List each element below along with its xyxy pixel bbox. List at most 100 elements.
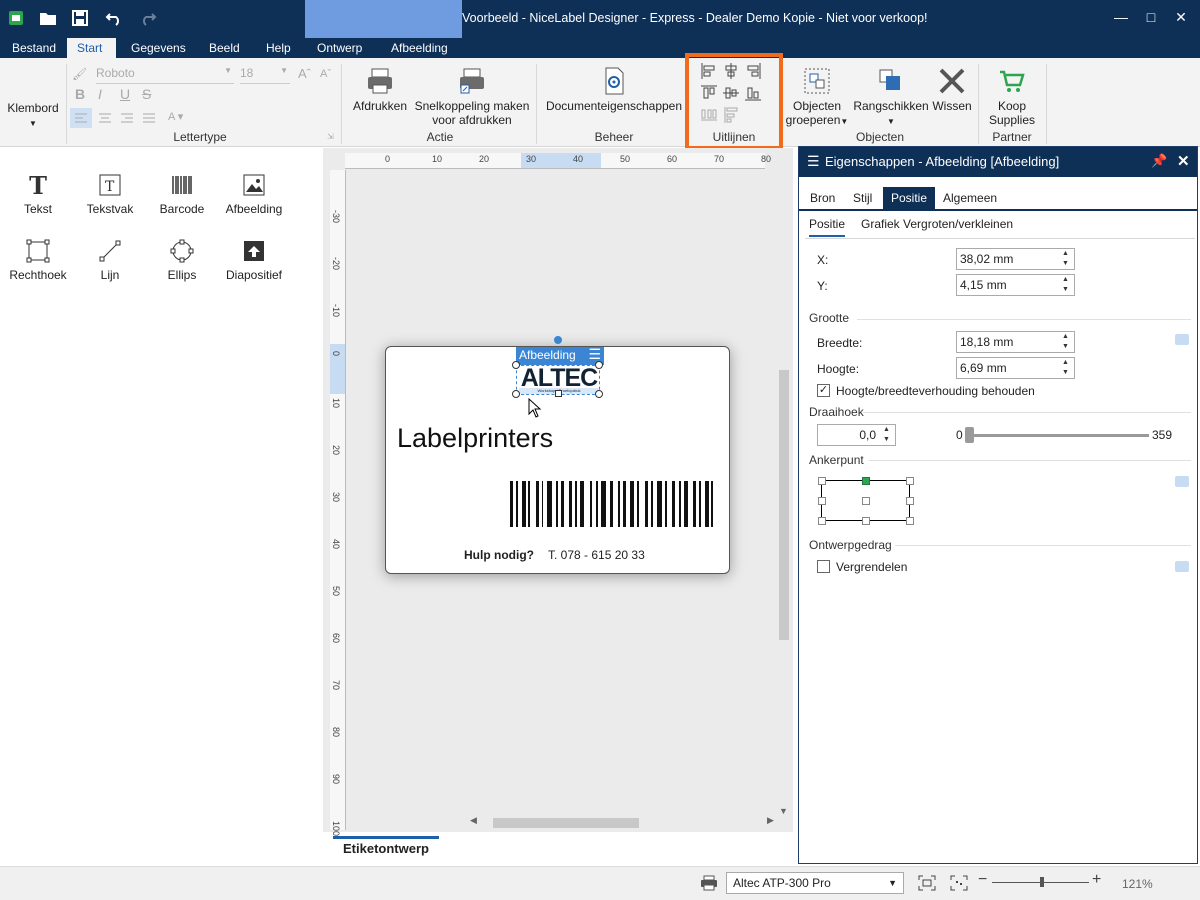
barcode-bar bbox=[657, 481, 662, 527]
label-help-text[interactable]: Hulp nodig? bbox=[464, 548, 534, 562]
anchor-point[interactable] bbox=[906, 517, 914, 525]
maximize-icon[interactable]: □ bbox=[1136, 6, 1166, 28]
tab-start[interactable]: Start bbox=[67, 38, 116, 58]
pin-icon[interactable]: 📌 bbox=[1151, 153, 1167, 169]
resize-handle-tl[interactable] bbox=[512, 361, 520, 369]
tab-position[interactable]: Positie bbox=[883, 187, 936, 209]
vertical-scrollbar[interactable] bbox=[779, 370, 789, 640]
tab-source[interactable]: Bron bbox=[802, 187, 843, 209]
save-icon[interactable] bbox=[68, 6, 92, 30]
close-panel-icon[interactable]: ✕ bbox=[1177, 152, 1190, 170]
tab-bestand[interactable]: Bestand bbox=[2, 38, 66, 58]
print-shortcut-button[interactable]: Snelkoppeling maken voor afdrukken bbox=[410, 66, 534, 127]
label-barcode[interactable] bbox=[510, 481, 720, 527]
scroll-left-icon[interactable]: ◀ bbox=[470, 815, 477, 826]
tab-afbeelding[interactable]: Afbeelding bbox=[381, 38, 458, 58]
tool-image[interactable]: Afbeelding bbox=[223, 170, 285, 216]
width-input[interactable]: 18,18 mm bbox=[956, 331, 1058, 353]
panel-menu-icon[interactable]: ☰ bbox=[807, 153, 820, 170]
rotation-input[interactable]: 0,0 bbox=[817, 424, 879, 446]
anchor-point[interactable] bbox=[818, 497, 826, 505]
close-window-icon[interactable]: ✕ bbox=[1166, 6, 1196, 28]
tab-general[interactable]: Algemeen bbox=[935, 187, 1005, 209]
tool-inverse[interactable]: Diapositief bbox=[223, 236, 285, 282]
x-stepper[interactable]: ▲ ▼ bbox=[1057, 248, 1075, 270]
width-stepper[interactable]: ▲ ▼ bbox=[1057, 331, 1075, 353]
printer-dropdown[interactable]: Altec ATP-300 Pro ▼ bbox=[726, 872, 904, 894]
buy-supplies-button[interactable]: Koop Supplies bbox=[982, 66, 1042, 127]
resize-handle-bl[interactable] bbox=[512, 390, 520, 398]
y-stepper[interactable]: ▲ ▼ bbox=[1057, 274, 1075, 296]
anchor-point[interactable] bbox=[906, 497, 914, 505]
barcode-bar bbox=[711, 481, 713, 527]
align-bottom-icon[interactable] bbox=[744, 84, 762, 105]
tool-rectangle[interactable]: Rechthoek bbox=[7, 236, 69, 282]
tool-ellipse[interactable]: Ellips bbox=[151, 236, 213, 282]
zoom-slider-thumb[interactable] bbox=[1040, 877, 1044, 887]
anchor-point[interactable] bbox=[906, 477, 914, 485]
y-input[interactable]: 4,15 mm bbox=[956, 274, 1058, 296]
lock-checkbox[interactable] bbox=[817, 560, 830, 573]
group-objects-button[interactable]: Objecten groeperen▼ bbox=[784, 66, 850, 129]
fit-to-window-icon[interactable] bbox=[918, 875, 936, 894]
align-center-vertical-icon[interactable] bbox=[722, 84, 740, 105]
tab-beeld[interactable]: Beeld bbox=[199, 38, 250, 58]
scroll-down-icon[interactable]: ▼ bbox=[779, 806, 788, 816]
rotation-stepper[interactable]: ▲ ▼ bbox=[878, 424, 896, 446]
anchor-point-selected[interactable] bbox=[862, 477, 870, 485]
x-input[interactable]: 38,02 mm bbox=[956, 248, 1058, 270]
resize-handle-tr[interactable] bbox=[595, 361, 603, 369]
height-input[interactable]: 6,69 mm bbox=[956, 357, 1058, 379]
font-dialog-launcher-icon[interactable]: ⇲ bbox=[327, 132, 334, 141]
align-center-horizontal-icon[interactable] bbox=[722, 62, 740, 83]
tab-style[interactable]: Stijl bbox=[845, 187, 880, 209]
subtab-position[interactable]: Positie bbox=[809, 217, 846, 237]
anchor-point[interactable] bbox=[862, 517, 870, 525]
rotation-slider-thumb[interactable] bbox=[965, 427, 974, 443]
logo-image[interactable]: ALTEC Workshop / Proefopdruk bbox=[512, 361, 603, 398]
align-left-icon[interactable] bbox=[700, 62, 718, 83]
anchor-point[interactable] bbox=[862, 497, 870, 505]
label-phone[interactable]: T. 078 - 615 20 33 bbox=[548, 548, 645, 562]
resize-handle-bottom[interactable] bbox=[555, 390, 562, 397]
tab-gegevens[interactable]: Gegevens bbox=[121, 38, 196, 58]
subtab-graphic-scaling[interactable]: Grafiek Vergroten/verkleinen bbox=[861, 217, 1013, 231]
tab-ontwerp[interactable]: Ontwerp bbox=[307, 38, 372, 58]
zoom-out-icon[interactable]: − bbox=[978, 871, 987, 889]
rotation-slider-track[interactable] bbox=[965, 434, 1149, 437]
document-properties-button[interactable]: Documenteigenschappen bbox=[544, 66, 684, 113]
height-stepper[interactable]: ▲ ▼ bbox=[1057, 357, 1075, 379]
minimize-icon[interactable]: — bbox=[1106, 6, 1136, 28]
size-help-icon[interactable] bbox=[1175, 334, 1189, 345]
tool-text[interactable]: T Tekst bbox=[7, 170, 69, 217]
zoom-in-icon[interactable]: + bbox=[1092, 871, 1101, 889]
anchor-point[interactable] bbox=[818, 517, 826, 525]
selected-object-tag[interactable]: Afbeelding ☰ bbox=[516, 346, 604, 365]
anchor-point[interactable] bbox=[818, 477, 826, 485]
label-headline[interactable]: Labelprinters bbox=[397, 423, 553, 454]
delete-button[interactable]: Wissen bbox=[930, 66, 974, 113]
align-right-icon[interactable] bbox=[744, 62, 762, 83]
label-design[interactable]: Afbeelding ☰ ALTEC Workshop / Proefopdru… bbox=[385, 336, 730, 574]
behavior-help-icon[interactable] bbox=[1175, 561, 1189, 572]
clipboard-button[interactable]: Klembord ▼ bbox=[4, 101, 62, 131]
open-folder-icon[interactable] bbox=[36, 6, 60, 30]
document-properties-label: Documenteigenschappen bbox=[545, 99, 683, 113]
resize-handle-br[interactable] bbox=[595, 390, 603, 398]
arrange-button[interactable]: Rangschikken ▼ bbox=[852, 66, 930, 129]
doc-tab-label-design[interactable]: Etiketontwerp bbox=[333, 836, 439, 860]
tab-help[interactable]: Help bbox=[256, 38, 301, 58]
undo-icon[interactable] bbox=[102, 6, 126, 30]
tool-textbox[interactable]: T Tekstvak bbox=[79, 170, 141, 216]
tool-line[interactable]: Lijn bbox=[79, 236, 141, 282]
scroll-right-icon[interactable]: ▶ bbox=[767, 815, 774, 826]
zoom-to-objects-icon[interactable] bbox=[950, 875, 968, 894]
tool-barcode[interactable]: Barcode bbox=[151, 170, 213, 216]
align-top-icon[interactable] bbox=[700, 84, 718, 105]
print-button[interactable]: Afdrukken bbox=[350, 66, 410, 113]
rotate-handle[interactable] bbox=[554, 336, 562, 344]
horizontal-scrollbar[interactable] bbox=[493, 818, 639, 828]
y-label: Y: bbox=[817, 279, 828, 293]
keep-ratio-checkbox[interactable]: ✓ bbox=[817, 384, 830, 397]
anchor-help-icon[interactable] bbox=[1175, 476, 1189, 487]
